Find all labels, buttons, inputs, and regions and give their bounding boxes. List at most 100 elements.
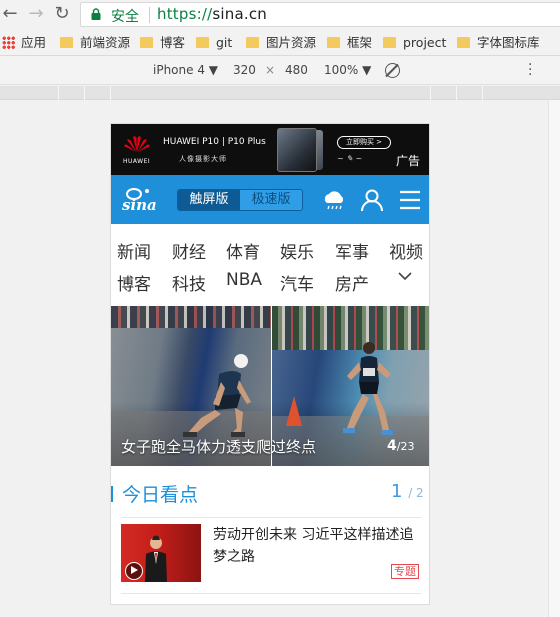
channel-tech[interactable]: 科技 — [172, 270, 206, 295]
user-icon[interactable] — [359, 187, 385, 213]
bookmark-folder[interactable]: 图片资源 — [246, 34, 316, 52]
svg-text:sina: sina — [122, 196, 157, 213]
channel-entertainment[interactable]: 娱乐 — [280, 238, 314, 263]
rotate-icon[interactable] — [385, 63, 400, 78]
dimension-times: × — [265, 63, 276, 77]
device-height-input[interactable]: 480 — [285, 63, 308, 77]
version-touch-tab[interactable]: 触屏版 — [178, 190, 240, 210]
channel-sports[interactable]: 体育 — [226, 238, 260, 263]
buy-now-button[interactable]: 立即购买 > — [337, 136, 391, 149]
media-query-bar[interactable] — [0, 86, 560, 100]
ad-title: HUAWEI P10 | P10 Plus — [163, 137, 266, 147]
bookmark-label: 前端资源 — [80, 35, 131, 50]
bookmark-label: 应用 — [21, 35, 47, 50]
section-title: 今日看点 — [122, 484, 199, 506]
devtools-resize-edge[interactable] — [548, 100, 560, 617]
version-fast-tab[interactable]: 极速版 — [240, 190, 302, 210]
huawei-logo-icon — [124, 136, 150, 152]
bookmarks-bar: 应用 前端资源 博客 git 图片资源 框架 project 字体图标库 — [0, 29, 560, 56]
channel-military[interactable]: 军事 — [335, 238, 369, 263]
ad-subtitle: 人像摄影大师 — [179, 155, 227, 163]
zoom-select[interactable]: 100% ▼ — [324, 63, 371, 77]
bookmark-folder[interactable]: 字体图标库 — [457, 34, 540, 52]
pager-current: 1 — [391, 481, 403, 502]
ad-tag: 广告 — [396, 154, 421, 168]
bookmark-label: git — [216, 35, 233, 50]
device-select[interactable]: iPhone 4 ▼ — [153, 63, 218, 77]
reload-icon[interactable]: ↻ — [52, 4, 72, 24]
slide-counter: 4/23 — [387, 438, 414, 454]
device-width-input[interactable]: 320 — [233, 63, 256, 77]
bookmark-label: 图片资源 — [266, 35, 317, 50]
crowd-background — [111, 306, 271, 328]
sina-logo[interactable]: sina — [121, 185, 161, 213]
slide-current: 4 — [387, 438, 397, 454]
back-arrow-icon[interactable]: ← — [0, 4, 20, 24]
bookmark-folder[interactable]: git — [196, 34, 232, 52]
folder-icon — [196, 37, 209, 48]
channel-nba[interactable]: NBA — [226, 270, 262, 290]
runner-figure — [183, 354, 251, 437]
channel-video[interactable]: 视频 — [389, 238, 423, 263]
forward-arrow-icon[interactable]: → — [26, 4, 46, 24]
device-viewport: HUAWEI HUAWEI P10 | P10 Plus 人像摄影大师 立即购买… — [110, 123, 430, 605]
pager-total: / 2 — [408, 486, 424, 500]
folder-icon — [246, 37, 259, 48]
bookmark-folder[interactable]: project — [383, 34, 446, 52]
bookmark-folder[interactable]: 博客 — [140, 34, 185, 52]
speaker-figure — [145, 535, 167, 582]
channel-news[interactable]: 新闻 — [117, 238, 151, 263]
channel-house[interactable]: 房产 — [335, 270, 369, 295]
ad-brand: HUAWEI — [123, 158, 151, 165]
folder-icon — [60, 37, 73, 48]
channel-nav: 新闻 财经 体育 娱乐 军事 视频 博客 科技 NBA 汽车 房产 — [111, 224, 429, 306]
bookmark-folder[interactable]: 框架 — [327, 34, 372, 52]
omnibox-divider — [149, 7, 150, 23]
security-label: 安全 — [111, 9, 139, 25]
url-text[interactable]: https://sina.cn — [157, 5, 267, 23]
bookmark-label: 框架 — [347, 35, 373, 50]
news-item[interactable]: 劳动开创未来 习近平这样描述追梦之路 专题 — [111, 518, 429, 594]
lock-icon — [91, 8, 101, 20]
chevron-down-icon[interactable] — [398, 269, 412, 283]
site-header: sina 触屏版 极速版 — [111, 175, 429, 224]
more-options-icon[interactable]: · · · — [528, 58, 532, 82]
channel-blog[interactable]: 博客 — [117, 270, 151, 295]
browser-toolbar: ← → ↻ 安全 https://sina.cn — [0, 0, 560, 29]
bookmark-label: project — [403, 35, 447, 50]
slide-total: /23 — [396, 440, 415, 453]
traffic-cone — [286, 396, 302, 426]
bookmark-label: 字体图标库 — [477, 35, 540, 50]
ad-signature: ~ ✎ ~ — [337, 154, 363, 163]
bookmark-apps[interactable]: 应用 — [2, 34, 46, 52]
play-icon[interactable] — [125, 562, 143, 580]
channel-auto[interactable]: 汽车 — [280, 270, 314, 295]
folder-icon — [327, 37, 340, 48]
version-switch: 触屏版 极速版 — [177, 189, 303, 211]
url-scheme: https:// — [157, 5, 213, 23]
menu-icon[interactable] — [397, 187, 423, 213]
bookmark-label: 博客 — [160, 35, 186, 50]
topic-badge: 专题 — [391, 564, 419, 579]
folder-icon — [140, 37, 153, 48]
phone-image — [277, 128, 317, 172]
apps-grid-icon — [2, 36, 15, 49]
photo-slideshow[interactable]: 女子跑全马体力透支爬过终点 4/23 — [111, 306, 429, 466]
bookmark-folder[interactable]: 前端资源 — [60, 34, 130, 52]
ad-banner[interactable]: HUAWEI HUAWEI P10 | P10 Plus 人像摄影大师 立即购买… — [111, 124, 429, 175]
section-pager[interactable]: 1 / 2 — [391, 481, 424, 502]
device-toolbar: iPhone 4 ▼ 320 × 480 100% ▼ · · · — [0, 57, 560, 85]
news-title[interactable]: 劳动开创未来 习近平这样描述追梦之路 — [213, 524, 425, 568]
channel-finance[interactable]: 财经 — [172, 238, 206, 263]
today-section-header: 今日看点 1 / 2 — [111, 466, 429, 518]
section-accent-bar — [111, 486, 113, 502]
runner-figure — [343, 342, 393, 435]
address-bar[interactable]: 安全 https://sina.cn — [80, 2, 560, 27]
slide-caption: 女子跑全马体力透支爬过终点 — [121, 438, 317, 456]
weather-icon[interactable] — [321, 187, 347, 213]
url-host: sina.cn — [212, 5, 267, 23]
folder-icon — [457, 37, 470, 48]
news-thumbnail — [121, 524, 201, 582]
folder-icon — [383, 37, 396, 48]
divider — [121, 593, 421, 594]
